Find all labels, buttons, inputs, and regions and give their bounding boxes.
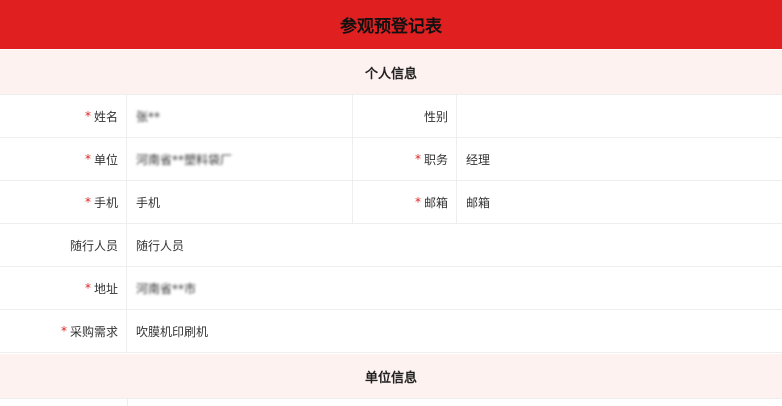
phone-value: 手机 bbox=[136, 195, 161, 210]
phone-label: * 手机 bbox=[0, 181, 127, 223]
companions-field[interactable]: 随行人员 bbox=[127, 224, 782, 266]
required-mark: * bbox=[414, 195, 421, 209]
companions-label: 随行人员 bbox=[0, 224, 127, 266]
address-value: 河南省**市 bbox=[136, 281, 197, 296]
form-row-partial bbox=[0, 398, 782, 406]
gender-label: 性别 bbox=[353, 95, 457, 137]
position-label: * 职务 bbox=[353, 138, 457, 180]
required-mark: * bbox=[84, 152, 91, 166]
column-divider bbox=[127, 398, 128, 406]
form-row-address: * 地址 河南省**市 bbox=[0, 267, 782, 310]
address-label: * 地址 bbox=[0, 267, 127, 309]
purchase-field[interactable]: 吹膜机印刷机 bbox=[127, 310, 782, 352]
required-mark: * bbox=[84, 281, 91, 295]
form-row-company: * 单位 河南省**塑料袋厂 * 职务 经理 bbox=[0, 138, 782, 181]
section-title: 个人信息 bbox=[364, 66, 417, 82]
name-label: * 姓名 bbox=[0, 95, 127, 137]
required-mark: * bbox=[60, 324, 67, 338]
phone-field[interactable]: 手机 bbox=[127, 181, 353, 223]
name-field[interactable]: 张** bbox=[127, 95, 353, 137]
position-field[interactable]: 经理 bbox=[457, 138, 782, 180]
gender-field[interactable] bbox=[457, 95, 782, 137]
required-mark: * bbox=[84, 109, 91, 123]
section-personal-info: 个人信息 bbox=[0, 50, 782, 95]
title-bar: 参观预登记表 bbox=[0, 0, 782, 49]
form-row-phone: * 手机 手机 * 邮箱 邮箱 bbox=[0, 181, 782, 224]
required-mark: * bbox=[414, 152, 421, 166]
section-title: 单位信息 bbox=[364, 370, 417, 386]
form-row-companions: 随行人员 随行人员 bbox=[0, 224, 782, 267]
form-row-purchase: * 采购需求 吹膜机印刷机 bbox=[0, 310, 782, 353]
email-label: * 邮箱 bbox=[353, 181, 457, 223]
email-value: 邮箱 bbox=[466, 195, 491, 210]
purchase-value: 吹膜机印刷机 bbox=[136, 324, 209, 339]
form-row-name: * 姓名 张** 性别 bbox=[0, 95, 782, 138]
companions-value: 随行人员 bbox=[136, 238, 185, 253]
purchase-label: * 采购需求 bbox=[0, 310, 127, 352]
address-field[interactable]: 河南省**市 bbox=[127, 267, 782, 309]
company-value: 河南省**塑料袋厂 bbox=[136, 152, 233, 167]
page-title: 参观预登记表 bbox=[340, 17, 442, 37]
company-field[interactable]: 河南省**塑料袋厂 bbox=[127, 138, 353, 180]
registration-form: 参观预登记表 个人信息 * 姓名 张** 性别 * 单位 河南省**塑料袋厂 *… bbox=[0, 0, 782, 406]
email-field[interactable]: 邮箱 bbox=[457, 181, 782, 223]
position-value: 经理 bbox=[466, 152, 491, 167]
company-label: * 单位 bbox=[0, 138, 127, 180]
required-mark: * bbox=[84, 195, 91, 209]
section-company-info: 单位信息 bbox=[0, 354, 782, 399]
name-value: 张** bbox=[136, 109, 161, 124]
